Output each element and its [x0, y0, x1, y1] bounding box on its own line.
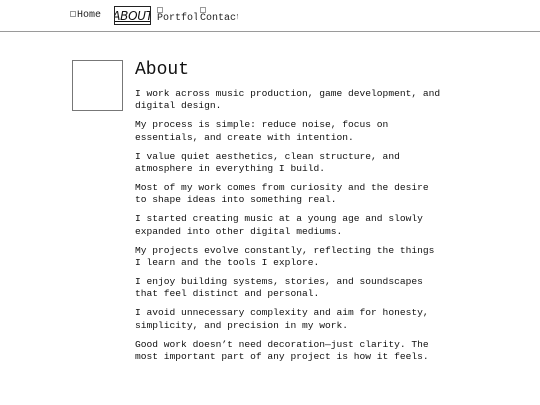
nav-about-label: ABOUT — [114, 8, 151, 23]
nav-home-link[interactable]: Home — [70, 10, 101, 21]
about-paragraph: Most of my work comes from curiosity and… — [135, 181, 429, 206]
about-paragraph: Good work doesn’t need decoration—just c… — [135, 338, 429, 362]
about-paragraph: My process is simple: reduce noise, focu… — [135, 119, 389, 143]
nav-portfolio-link[interactable]: Portfolio — [157, 6, 197, 24]
nav-home-label: Home — [77, 10, 102, 21]
about-paragraph: I value quiet aesthetics, clean structur… — [135, 150, 400, 175]
about-content: About I work across music production, ga… — [135, 59, 445, 370]
about-paragraph: I enjoy building systems, stories, and s… — [135, 275, 423, 300]
profile-photo-placeholder — [72, 60, 123, 111]
nav-contact-link[interactable]: Contact — [200, 6, 238, 24]
page-title: About — [135, 60, 190, 80]
about-paragraph: I avoid unnecessary complexity and aim f… — [135, 307, 429, 331]
nav-contact-label: Contact — [200, 13, 238, 24]
top-nav: Home ABOUT Portfolio Contact — [0, 0, 540, 32]
about-paragraph: I work across music production, game dev… — [135, 88, 441, 112]
broken-image-icon — [70, 11, 76, 17]
about-paragraph: I started creating music at a young age … — [135, 213, 423, 237]
nav-portfolio-label: Portfolio — [157, 13, 197, 24]
about-paragraph: My projects evolve constantly, reflectin… — [135, 244, 435, 268]
nav-about-link[interactable]: ABOUT — [114, 6, 151, 25]
